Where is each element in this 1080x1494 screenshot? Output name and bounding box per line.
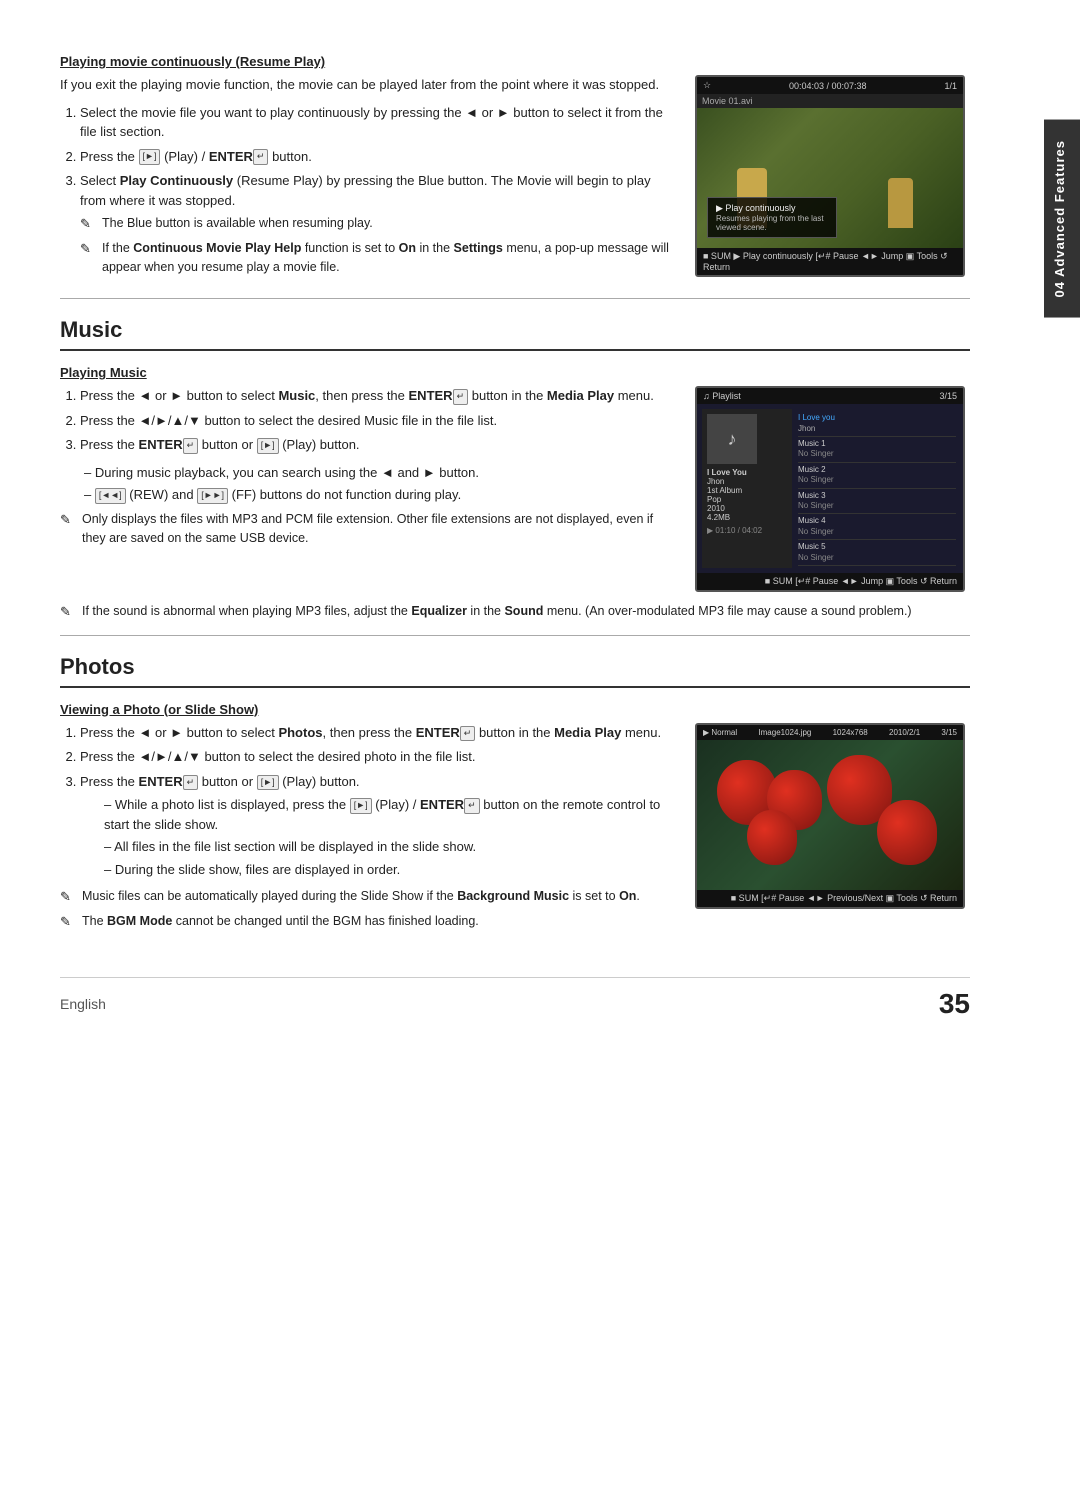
track-year: 2010 — [707, 504, 787, 513]
playlist-item-0: I Love you Jhon — [798, 411, 956, 437]
music-text: Press the ◄ or ► button to select Music,… — [60, 386, 670, 592]
page-wrapper: 04 Advanced Features Playing movie conti… — [0, 0, 1080, 1494]
resume-play-text: If you exit the playing movie function, … — [60, 75, 670, 284]
resume-play-title: Playing movie continuously (Resume Play) — [60, 54, 970, 69]
music-screen-col: ♫ Playlist 3/15 ♪ I Love You Jhon 1st Al… — [690, 386, 970, 592]
playlist-label: ♫ Playlist — [703, 391, 741, 401]
track-artist: Jhon — [707, 477, 787, 486]
playing-music-title: Playing Music — [60, 365, 970, 380]
music-right-panel: I Love you Jhon Music 1 No Singer Music … — [796, 409, 958, 568]
music-bullets: During music playback, you can search us… — [60, 463, 670, 505]
playlist-item-1: Music 1 No Singer — [798, 437, 956, 463]
movie-screen: ☆ 00:04:03 / 00:07:38 1/1 Movie 01.avi ▶… — [695, 75, 965, 277]
photos-step-3: Press the ENTER↵ button or [►] (Play) bu… — [80, 772, 670, 880]
photo-filename: Image1024.jpg — [758, 728, 811, 737]
photos-content: Press the ◄ or ► button to select Photos… — [60, 723, 970, 937]
popup-line2: Resumes playing from the last — [716, 214, 828, 223]
photos-divider — [60, 635, 970, 636]
movie-screen-body: ▶ Play continuously Resumes playing from… — [697, 108, 963, 248]
photos-step-2: Press the ◄/►/▲/▼ button to select the d… — [80, 747, 670, 767]
photos-note-1: Music files can be automatically played … — [60, 887, 670, 906]
playlist-item-3: Music 3 No Singer — [798, 489, 956, 515]
resume-note-1: The Blue button is available when resumi… — [80, 214, 670, 233]
music-bullet-1: During music playback, you can search us… — [84, 463, 670, 483]
resume-play-screen: ☆ 00:04:03 / 00:07:38 1/1 Movie 01.avi ▶… — [690, 75, 970, 284]
photo-count: 3/15 — [941, 728, 957, 737]
movie-filename: Movie 01.avi — [697, 94, 963, 108]
music-screen-body: ♪ I Love You Jhon 1st Album Pop 2010 4.2… — [697, 404, 963, 573]
music-screen-header: ♫ Playlist 3/15 — [697, 388, 963, 404]
photos-steps: Press the ◄ or ► button to select Photos… — [60, 723, 670, 880]
resume-note-2: If the Continuous Movie Play Help functi… — [80, 239, 670, 277]
playlist-item-5: Music 5 No Singer — [798, 540, 956, 566]
music-album-art: ♪ — [707, 414, 757, 464]
photos-sub-bullets: While a photo list is displayed, press t… — [80, 795, 670, 879]
photos-step-1: Press the ◄ or ► button to select Photos… — [80, 723, 670, 743]
music-divider — [60, 298, 970, 299]
music-screen: ♫ Playlist 3/15 ♪ I Love You Jhon 1st Al… — [695, 386, 965, 592]
photos-screen-footer: ■ SUM [↵# Pause ◄► Previous/Next ▣ Tools… — [697, 890, 963, 907]
playlist-item-4: Music 4 No Singer — [798, 514, 956, 540]
music-step-3: Press the ENTER↵ button or [►] (Play) bu… — [80, 435, 670, 455]
music-note-1: Only displays the files with MP3 and PCM… — [60, 510, 670, 548]
page-number: 35 — [939, 988, 970, 1020]
resume-step-3: Select Play Continuously (Resume Play) b… — [80, 171, 670, 276]
music-left-panel: ♪ I Love You Jhon 1st Album Pop 2010 4.2… — [702, 409, 792, 568]
resume-step-2: Press the [►] (Play) / ENTER↵ button. — [80, 147, 670, 167]
movie-time: 00:04:03 / 00:07:38 — [789, 81, 867, 91]
photos-screen: ▶ Normal Image1024.jpg 1024x768 2010/2/1… — [695, 723, 965, 909]
music-content: Press the ◄ or ► button to select Music,… — [60, 386, 970, 592]
resume-play-intro: If you exit the playing movie function, … — [60, 75, 670, 95]
photos-screen-body — [697, 740, 963, 890]
photos-screen-header: ▶ Normal Image1024.jpg 1024x768 2010/2/1… — [697, 725, 963, 740]
popup-line3: viewed scene. — [716, 223, 828, 232]
music-note-2: If the sound is abnormal when playing MP… — [60, 602, 970, 621]
resume-play-section: Playing movie continuously (Resume Play)… — [60, 54, 970, 284]
photo-res: 1024x768 — [833, 728, 868, 737]
viewing-photo-title: Viewing a Photo (or Slide Show) — [60, 702, 970, 717]
apples-image — [697, 740, 963, 890]
photos-title: Photos — [60, 654, 970, 688]
english-label: English — [60, 996, 106, 1012]
page-bottom: English 35 — [60, 977, 970, 1020]
photos-bullet-1: While a photo list is displayed, press t… — [104, 795, 670, 834]
playlist-item-2: Music 2 No Singer — [798, 463, 956, 489]
track-album: 1st Album — [707, 486, 787, 495]
resume-play-steps: Select the movie file you want to play c… — [60, 103, 670, 277]
track-size: 4.2MB — [707, 513, 787, 522]
resume-popup: ▶ Play continuously Resumes playing from… — [707, 197, 837, 238]
popup-line1: ▶ Play continuously — [716, 203, 828, 214]
photo-date: 2010/2/1 — [889, 728, 920, 737]
main-content: Playing movie continuously (Resume Play)… — [60, 54, 970, 1020]
photos-screen-col: ▶ Normal Image1024.jpg 1024x768 2010/2/1… — [690, 723, 970, 937]
music-title: Music — [60, 317, 970, 351]
music-step-2: Press the ◄/►/▲/▼ button to select the d… — [80, 411, 670, 431]
movie-screen-header: ☆ 00:04:03 / 00:07:38 1/1 — [697, 77, 963, 94]
music-section: Music Playing Music Press the ◄ or ► but… — [60, 317, 970, 620]
photo-mode: ▶ Normal — [703, 728, 737, 737]
photos-bullet-2: All files in the file list section will … — [104, 837, 670, 857]
photos-text: Press the ◄ or ► button to select Photos… — [60, 723, 670, 937]
resume-step-1: Select the movie file you want to play c… — [80, 103, 670, 142]
photos-note-2: The BGM Mode cannot be changed until the… — [60, 912, 670, 931]
resume-play-content: If you exit the playing movie function, … — [60, 75, 970, 284]
apple-4 — [747, 810, 797, 865]
music-screen-footer: ■ SUM [↵# Pause ◄► Jump ▣ Tools ↺ Return — [697, 573, 963, 590]
music-bullet-2: [◄◄] (REW) and [►►] (FF) buttons do not … — [84, 485, 670, 505]
movie-icon: ☆ — [703, 80, 711, 91]
apple-5 — [877, 800, 937, 865]
side-tab: 04 Advanced Features — [1044, 120, 1080, 318]
photos-bullet-3: During the slide show, files are display… — [104, 860, 670, 880]
track-genre: Pop — [707, 495, 787, 504]
track-title: I Love You — [707, 468, 787, 477]
photos-section: Photos Viewing a Photo (or Slide Show) P… — [60, 654, 970, 937]
music-steps: Press the ◄ or ► button to select Music,… — [60, 386, 670, 455]
movie-screen-footer: ■ SUM ▶ Play continuously [↵# Pause ◄► J… — [697, 248, 963, 275]
playlist-count: 3/15 — [939, 391, 957, 401]
track-time: ▶ 01:10 / 04:02 — [707, 526, 787, 535]
movie-count: 1/1 — [944, 81, 957, 91]
music-step-1: Press the ◄ or ► button to select Music,… — [80, 386, 670, 406]
